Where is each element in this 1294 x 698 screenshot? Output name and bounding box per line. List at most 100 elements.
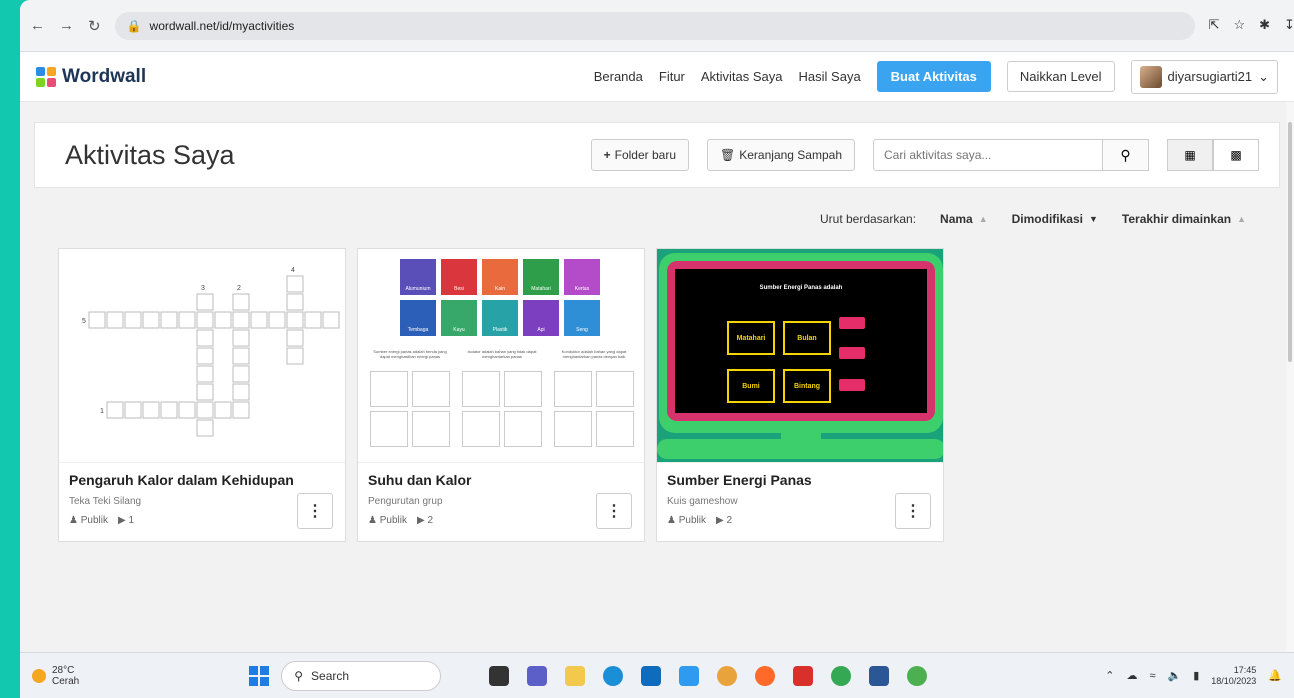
time: 17:45 (1233, 664, 1257, 675)
tile-kertas: Kertas (564, 259, 600, 295)
chat-icon[interactable] (527, 665, 548, 686)
taskview-icon[interactable] (489, 665, 510, 686)
sort-label: Urut berdasarkan: (819, 212, 917, 226)
nav-beranda[interactable]: Beranda (594, 69, 643, 84)
wordwall-logo[interactable]: Wordwall (36, 66, 146, 88)
sun-icon (32, 668, 46, 683)
small-grid-icon[interactable]: ▩ (1213, 139, 1259, 171)
activity-card[interactable]: Sumber Energi Panas adalah Matahari Bula… (656, 248, 944, 542)
card-type: Kuis gameshow (667, 496, 738, 507)
weather-widget[interactable]: 28°C Cerah (32, 665, 79, 687)
battery-icon[interactable]: ▮ (1193, 669, 1199, 682)
group-label: Konduktor adalah bahan yang dapat mengha… (561, 349, 627, 359)
taskbar-apps (489, 665, 928, 686)
crossword-thumbnail: 5 3 2 4 1 (59, 249, 345, 463)
browser-window: ← → ↻ 🔒 wordwall.net/id/myactivities ⇱ ☆… (20, 0, 1294, 698)
clock[interactable]: 17:45 18/10/2023 (1211, 665, 1256, 687)
plays-value: 2 (427, 515, 434, 526)
plays-count: ▶ 2 (716, 515, 733, 526)
activity-card[interactable]: 5 3 2 4 1 Pengaruh Kalor dalam Kehidupan Tek… (58, 248, 346, 542)
wifi-icon[interactable]: ≈ (1149, 670, 1155, 682)
edge-icon[interactable] (603, 665, 624, 686)
group-column: Sumber energi panas adalah benda yang da… (370, 349, 450, 447)
trash-icon: 🗑 (720, 148, 736, 162)
public-icon: ♟ Publik (368, 515, 407, 526)
chevron-up-icon[interactable]: ⌃ (1105, 669, 1114, 682)
nav-fitur[interactable]: Fitur (659, 69, 685, 84)
download-icon[interactable]: ↧ (1284, 17, 1294, 35)
file-explorer-icon[interactable] (565, 665, 586, 686)
plays-count: ▶ 2 (417, 515, 434, 526)
notification-bell-icon[interactable]: 🔔 (1268, 669, 1282, 682)
nav-aktivitas-saya[interactable]: Aktivitas Saya (701, 69, 783, 84)
chevron-down-icon: ⌄ (1258, 68, 1269, 84)
chrome-profile-icon[interactable] (907, 665, 928, 686)
word-icon[interactable] (869, 665, 890, 686)
chrome-icon[interactable] (831, 665, 852, 686)
store-icon[interactable] (641, 665, 662, 686)
group-sort-thumbnail: Alumunium Besi Kain Matahari Kertas Temb… (358, 249, 644, 463)
svg-text:3: 3 (201, 285, 205, 292)
date: 18/10/2023 (1211, 675, 1257, 686)
taskbar-search[interactable]: ⚲ Search (281, 660, 442, 691)
activity-card[interactable]: Alumunium Besi Kain Matahari Kertas Temb… (357, 248, 645, 542)
lock-icon: 🔒 (126, 18, 142, 33)
volume-icon[interactable]: 🔈 (1167, 669, 1181, 682)
plus-icon: + (603, 148, 611, 162)
page-scrollbar[interactable] (1286, 102, 1294, 652)
share-icon[interactable]: ⇱ (1209, 17, 1220, 35)
tile-tembaga: Tembaga (400, 300, 436, 336)
taskbar-search-label: Search (311, 668, 350, 683)
sort-by-modified[interactable]: Dimodifikasi ▼ (1012, 212, 1098, 226)
back-icon[interactable]: ← (30, 16, 45, 36)
question-text: Sumber Energi Panas adalah (759, 285, 843, 291)
large-grid-icon[interactable]: ▦ (1167, 139, 1213, 171)
group-column: Konduktor adalah bahan yang dapat mengha… (554, 349, 634, 447)
tile-kayu: Kayu (441, 300, 477, 336)
answer-option: Matahari (727, 321, 775, 355)
answer-option: Bulan (783, 321, 831, 355)
plays-value: 1 (128, 515, 135, 526)
extensions-icon[interactable]: ✱ (1259, 17, 1270, 35)
new-folder-button[interactable]: + Folder baru (590, 139, 690, 171)
search-icon[interactable]: ⚲ (1103, 139, 1149, 171)
windows-start-icon[interactable] (249, 665, 270, 686)
onedrive-icon[interactable]: ☁ (1126, 669, 1137, 682)
address-bar[interactable]: 🔒 wordwall.net/id/myactivities (114, 11, 1195, 40)
sort-by-last-played[interactable]: Terakhir dimainkan ▲ (1122, 212, 1246, 226)
powerup-badge (839, 347, 865, 359)
pdf-icon[interactable] (793, 665, 814, 686)
card-type: Teka Teki Silang (69, 496, 142, 507)
activity-search: ⚲ (873, 139, 1149, 171)
reload-icon[interactable]: ↻ (88, 16, 101, 36)
star-icon[interactable]: ☆ (1233, 17, 1245, 35)
user-menu[interactable]: diyarsugiarti21 ⌄ (1130, 59, 1278, 94)
svg-text:5: 5 (82, 318, 86, 325)
app-icon[interactable] (679, 665, 700, 686)
wordwall-logo-icon (36, 66, 56, 87)
trash-button[interactable]: 🗑 Keranjang Sampah (707, 139, 855, 171)
create-activity-button[interactable]: Buat Aktivitas (876, 61, 991, 92)
plays-value: 2 (726, 515, 733, 526)
activity-grid: 5 3 2 4 1 Pengaruh Kalor dalam Kehidupan Tek… (34, 248, 1280, 542)
view-toggle: ▦ ▩ (1167, 139, 1259, 171)
answer-option: Bumi (727, 369, 775, 403)
sort-asc-icon: ▲ (1237, 214, 1246, 224)
sort-modified-label: Dimodifikasi (1011, 212, 1083, 226)
forward-icon[interactable]: → (59, 16, 74, 36)
browser-toolbar: ← → ↻ 🔒 wordwall.net/id/myactivities ⇱ ☆… (20, 0, 1294, 52)
nav-hasil-saya[interactable]: Hasil Saya (799, 69, 861, 84)
trash-label: Keranjang Sampah (739, 148, 842, 162)
card-menu-button[interactable]: ⋮ (895, 493, 931, 529)
windows-taskbar: 28°C Cerah ⚲ Search ⌃ ☁ ≈ 🔈 ▮ 17:45 18/1… (20, 652, 1294, 698)
tile-api: Api (523, 300, 559, 336)
sort-by-name[interactable]: Nama ▲ (940, 212, 988, 226)
sort-name-label: Nama (940, 212, 973, 226)
card-menu-button[interactable]: ⋮ (596, 493, 632, 529)
paint-icon[interactable] (717, 665, 738, 686)
card-menu-button[interactable]: ⋮ (297, 493, 333, 529)
upgrade-button[interactable]: Naikkan Level (1006, 61, 1115, 92)
tile-seng: Seng (564, 300, 600, 336)
search-input[interactable] (873, 139, 1103, 171)
firefox-icon[interactable] (755, 665, 776, 686)
